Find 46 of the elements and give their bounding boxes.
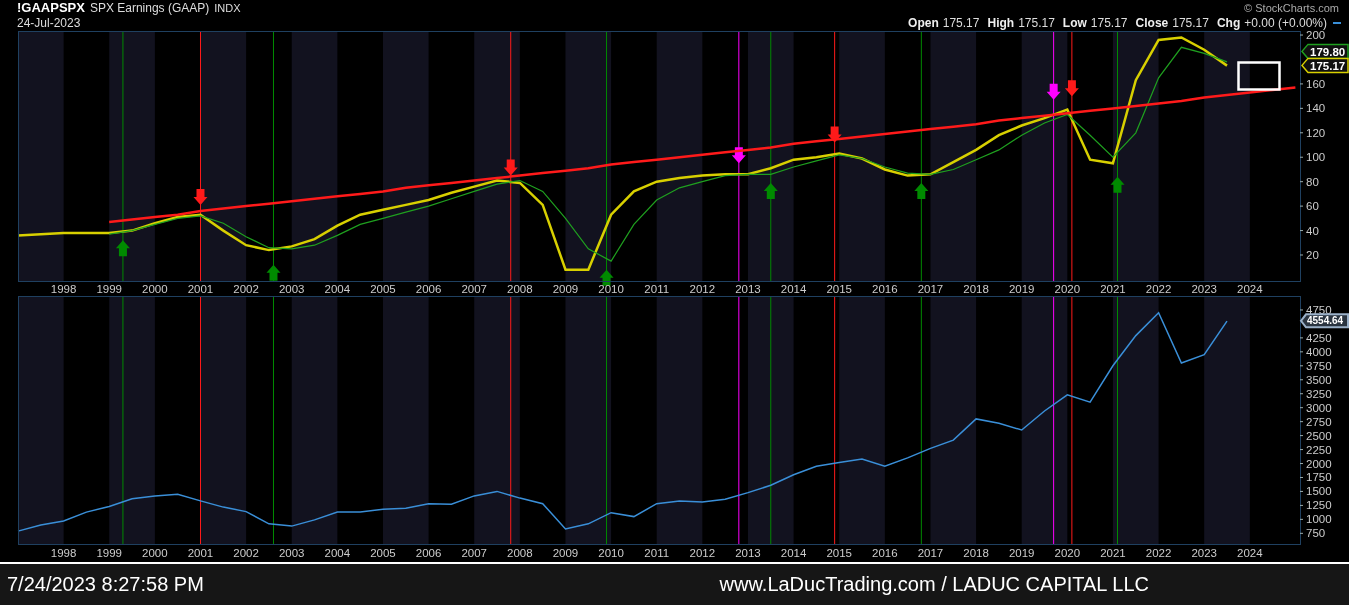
copyright-label: © StockCharts.com: [1244, 1, 1340, 16]
y-tick-label: 160: [1306, 77, 1326, 90]
y-tick-label: 60: [1306, 200, 1319, 213]
y-tick-label: 2000: [1306, 457, 1332, 470]
y-tick-label: 1750: [1306, 471, 1332, 484]
exchange-label: INDX: [214, 2, 241, 14]
y-tick-label: 3000: [1306, 401, 1332, 414]
y-tick-label: 1000: [1306, 513, 1332, 526]
price-tag: 4554.64: [1299, 313, 1349, 329]
price-tag: 179.80: [1301, 43, 1349, 60]
quote-label: Close: [1135, 16, 1169, 30]
price-tag: 175.17: [1301, 57, 1349, 74]
y-tick-label: 200: [1306, 29, 1326, 42]
y-tick-label: 3500: [1306, 373, 1332, 386]
quote-value: 175.17: [1090, 16, 1128, 30]
quote-label: Chg: [1216, 16, 1241, 30]
y-tick-label: 2750: [1306, 415, 1332, 428]
y-tick-label: 2250: [1306, 443, 1332, 456]
y-tick-label: 80: [1306, 175, 1319, 188]
quote-value: 175.17: [1018, 16, 1055, 30]
quote-value: 175.17: [1172, 16, 1209, 30]
quote-value: +0.00 (+0.00%): [1244, 16, 1327, 30]
y-tick-label: 1250: [1306, 499, 1332, 512]
y-tick-label: 750: [1306, 527, 1326, 540]
quote-label: Open: [908, 16, 939, 30]
y-tick-label: 4000: [1306, 345, 1332, 358]
x-axis: 1998 1999 2000 2001 2002 2003 2004 2005 2006 2007 2008 2009 2010 2011 2012 2013 2014 2015 2016 2017 2018 2019 2020 2021 2022 2023 2024: [50, 547, 1263, 559]
x-axis: 1998 1999 2000 2001 2002 2003 2004 2005 2006 2007 2008 2009 2010 2011 2012 2013 2014 2015 2016 2017 2018 2019 2020 2021 2022 2023 2024: [50, 283, 1263, 295]
instrument-name: SPX Earnings (GAAP): [89, 1, 210, 15]
y-tick-label: 140: [1306, 102, 1326, 115]
timestamp: 7/24/2023 8:27:58 PM: [7, 573, 204, 596]
y-tick-label: 20: [1306, 248, 1319, 261]
y-tick-label: 120: [1306, 126, 1326, 139]
chart-date: 24-Jul-2023: [17, 16, 82, 30]
y-tick-label: 3750: [1306, 359, 1332, 372]
quote-value: 175.17: [942, 16, 980, 30]
quote-label: Low: [1062, 16, 1087, 30]
y-tick-label: 100: [1306, 151, 1326, 164]
y-tick-label: 1500: [1306, 485, 1332, 498]
symbol-label: !GAAPSPX: [17, 0, 85, 15]
y-tick-label: 2500: [1306, 429, 1332, 442]
credit-text: www.LaDucTrading.com / LADUC CAPITAL LLC: [719, 573, 1149, 596]
quote-label: High: [987, 16, 1015, 30]
y-tick-label: 40: [1306, 224, 1319, 237]
y-tick-label: 3250: [1306, 387, 1332, 400]
y-tick-label: 4250: [1306, 331, 1332, 344]
